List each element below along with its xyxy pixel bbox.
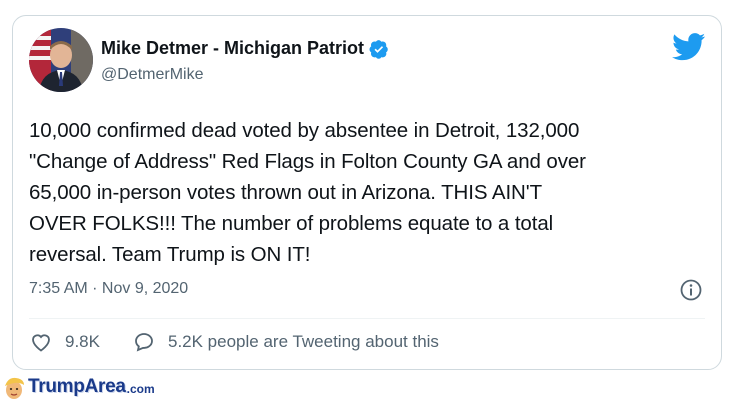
verified-badge-icon	[369, 39, 388, 59]
like-button[interactable]: 9.8K	[29, 330, 100, 354]
speech-bubble-icon	[135, 333, 153, 352]
replies-label: 5.2K people are Tweeting about this	[167, 332, 439, 351]
author-name[interactable]: Mike Detmer - Michigan Patriot	[101, 38, 364, 59]
like-count: 9.8K	[65, 332, 100, 351]
tweet-card: Mike Detmer - Michigan Patriot @DetmerMi…	[12, 15, 722, 370]
avatar[interactable]	[29, 28, 93, 92]
watermark-suffix: .com	[126, 382, 155, 396]
trump-face-icon	[5, 377, 24, 399]
twitter-bird-icon[interactable]	[672, 33, 706, 61]
replies-button[interactable]: 5.2K people are Tweeting about this	[132, 330, 439, 354]
heart-icon	[32, 334, 50, 352]
watermark-brand: TrumpArea	[28, 376, 126, 397]
divider	[29, 318, 705, 319]
tweet-text: 10,000 confirmed dead voted by absentee …	[29, 119, 586, 266]
tweet-actions: 9.8K 5.2K people are Tweeting about this	[29, 330, 471, 354]
author-handle[interactable]: @DetmerMike	[101, 66, 203, 84]
tweet-timestamp[interactable]: 7:35 AM · Nov 9, 2020	[29, 280, 188, 298]
watermark: TrumpArea .com	[0, 374, 190, 400]
author-row[interactable]: Mike Detmer - Michigan Patriot	[101, 38, 389, 59]
info-icon[interactable]	[679, 278, 703, 302]
